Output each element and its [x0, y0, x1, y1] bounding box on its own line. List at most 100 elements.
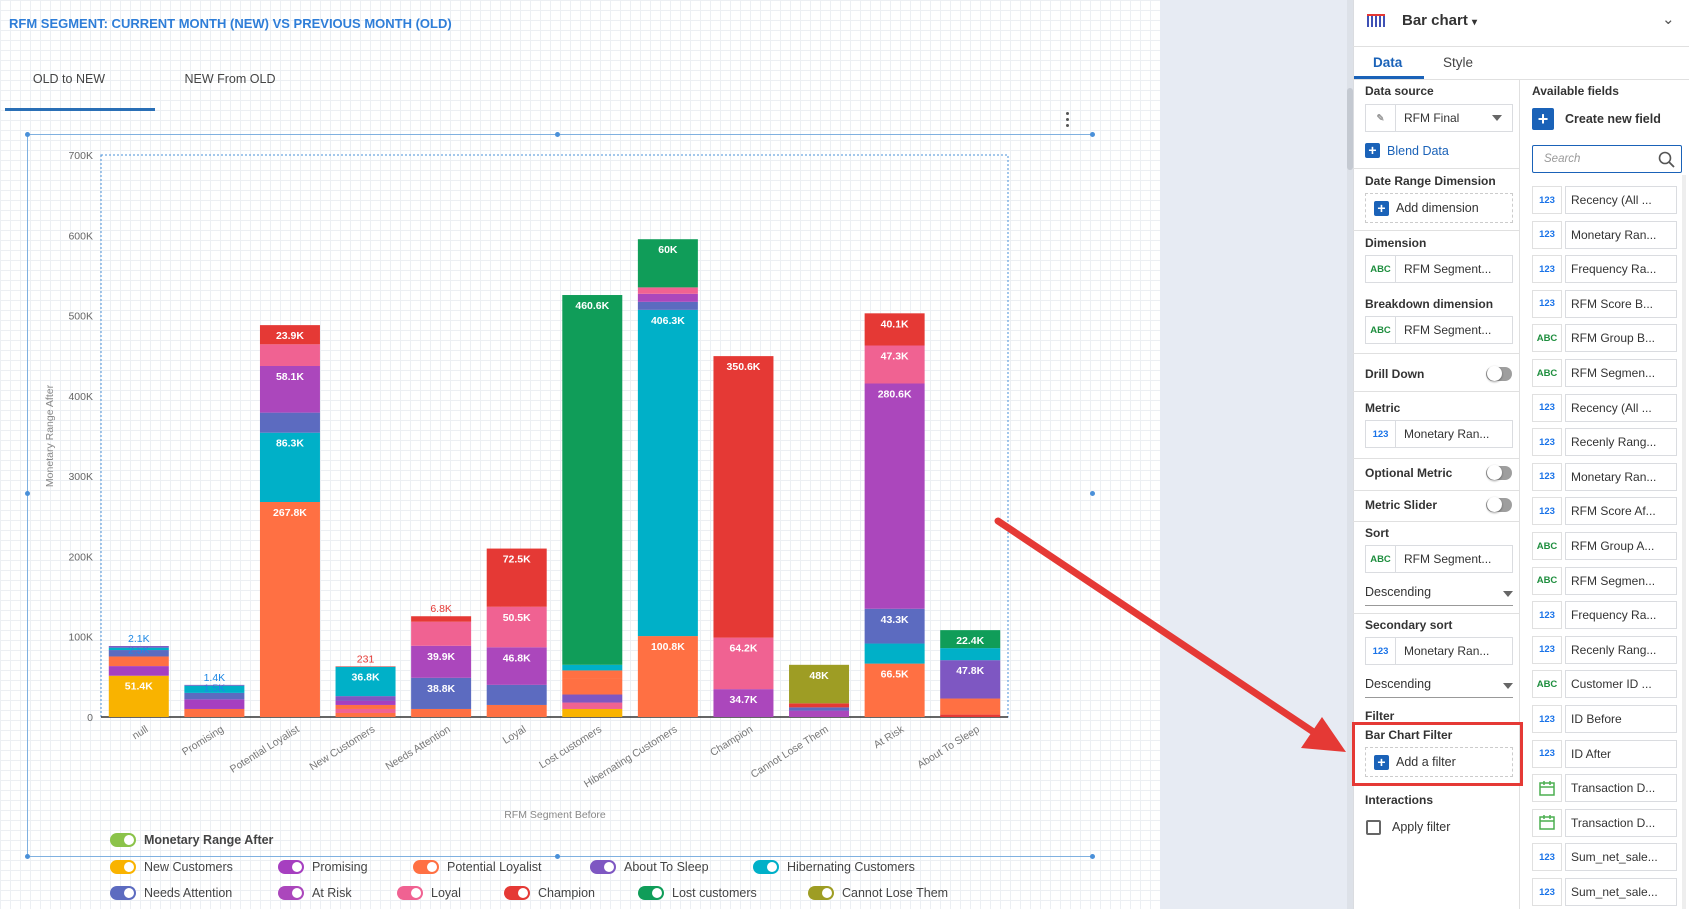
breakdown-dimension-field[interactable]: ABC RFM Segment... [1365, 316, 1513, 344]
available-field-item[interactable]: 123 Monetary Ran... [1532, 220, 1677, 249]
legend-item[interactable]: Needs Attention [110, 886, 232, 900]
edit-pencil-icon[interactable]: ✎ [1366, 105, 1396, 131]
legend-item[interactable]: At Risk [278, 886, 352, 900]
bar-segment [259, 412, 320, 433]
y-tick-label: 600K [68, 230, 93, 242]
optional-metric-toggle[interactable] [1486, 465, 1512, 480]
legend-title[interactable]: Monetary Range After [110, 833, 273, 847]
sort-order-select[interactable]: Descending [1365, 585, 1431, 599]
data-source-dropdown-icon[interactable] [1492, 115, 1502, 121]
available-field-item[interactable]: 123 Recency (All ... [1532, 186, 1677, 214]
legend-item[interactable]: Hibernating Customers [753, 860, 915, 874]
available-field-item[interactable]: Transaction D... [1532, 808, 1677, 837]
x-tick-label: Needs Attention [383, 723, 452, 773]
tab-data[interactable]: Data [1373, 55, 1402, 70]
secondary-sort-dropdown-icon[interactable] [1503, 683, 1513, 689]
number-field-type-icon: 123 [1532, 878, 1562, 906]
data-source-select[interactable]: ✎ RFM Final [1365, 104, 1513, 132]
text-field-type-icon: ABC [1532, 566, 1562, 595]
legend-toggle-icon[interactable] [753, 860, 779, 874]
legend-toggle-icon[interactable] [413, 860, 439, 874]
legend-item[interactable]: Potential Loyalist [413, 860, 542, 874]
dimension-field[interactable]: ABC RFM Segment... [1365, 255, 1513, 283]
legend-toggle-icon[interactable] [504, 886, 530, 900]
create-new-field-button[interactable]: + Create new field [1532, 108, 1661, 130]
legend-item[interactable]: Promising [278, 860, 368, 874]
blend-data-button[interactable]: + Blend Data [1365, 143, 1449, 158]
available-field-item[interactable]: ABC RFM Segmen... [1532, 566, 1677, 595]
stacked-bar-chart: 0 100K 200K 300K 400K 500K 600K 700K Monetary Ra… [44, 150, 1009, 821]
legend-toggle-icon[interactable] [590, 860, 616, 874]
metric-slider-toggle[interactable] [1486, 497, 1512, 512]
y-tick-label: 200K [68, 551, 93, 563]
sort-field[interactable]: ABC RFM Segment... [1365, 545, 1513, 573]
calendar-icon [1532, 808, 1562, 837]
legend-item[interactable]: Loyal [397, 886, 461, 900]
legend-toggle-icon[interactable] [808, 886, 834, 900]
bar-data-label: 350.6K [727, 361, 761, 373]
bar-segment [940, 714, 1001, 717]
available-field-item[interactable]: 123 Recenly Rang... [1532, 428, 1677, 457]
apply-filter-checkbox[interactable] [1366, 820, 1381, 835]
legend-toggle-icon[interactable] [110, 833, 136, 847]
fields-scrollbar[interactable] [1682, 175, 1686, 909]
legend-toggle-icon[interactable] [110, 860, 136, 874]
text-field-type-icon: ABC [1532, 359, 1562, 387]
legend-toggle-icon[interactable] [278, 860, 304, 874]
legend-item[interactable]: Champion [504, 886, 595, 900]
bar-segment [335, 712, 396, 717]
panel-tab-divider [1353, 79, 1689, 80]
legend-toggle-icon[interactable] [110, 886, 136, 900]
available-field-item[interactable]: 123 Monetary Ran... [1532, 462, 1677, 491]
metric-field[interactable]: 123 Monetary Ran... [1365, 420, 1513, 448]
sort-label: Sort [1365, 526, 1389, 540]
bar-segment [637, 293, 698, 302]
available-field-item[interactable]: ABC RFM Group A... [1532, 532, 1677, 560]
bar-segment [864, 643, 925, 664]
sort-order-dropdown-icon[interactable] [1503, 591, 1513, 597]
plus-icon: + [1374, 200, 1389, 216]
bar-segment [864, 383, 925, 609]
chart-type-selector[interactable]: Bar chart ▾ [1402, 12, 1477, 29]
add-dimension-button[interactable]: + Add dimension [1365, 193, 1513, 223]
available-field-item[interactable]: 123 Frequency Ra... [1532, 601, 1677, 630]
available-field-item[interactable]: 123 Recency (All ... [1532, 393, 1677, 422]
legend-toggle-icon[interactable] [278, 886, 304, 900]
legend-item[interactable]: Cannot Lose Them [808, 886, 948, 900]
legend-item[interactable]: About To Sleep [590, 860, 709, 874]
x-tick-label: Cannot Lose Them [749, 723, 831, 781]
available-field-item[interactable]: ABC RFM Group B... [1532, 324, 1677, 353]
available-field-item[interactable]: 123 RFM Score Af... [1532, 497, 1677, 526]
available-field-item[interactable]: Transaction D... [1532, 774, 1677, 803]
legend-toggle-icon[interactable] [638, 886, 664, 900]
bar-segment [411, 708, 472, 717]
available-field-item[interactable]: 123 Sum_net_sale... [1532, 878, 1677, 906]
available-field-item[interactable]: 123 Frequency Ra... [1532, 255, 1677, 284]
available-field-item[interactable]: 123 ID After [1532, 739, 1677, 768]
legend-item[interactable]: New Customers [110, 860, 233, 874]
secondary-sort-order-select[interactable]: Descending [1365, 677, 1431, 691]
collapse-panel-chevron-icon[interactable]: ⌄ [1662, 10, 1675, 28]
x-tick-label: New Customers [307, 723, 377, 773]
available-field-item[interactable]: ABC Customer ID ... [1532, 670, 1677, 699]
available-field-item[interactable]: 123 ID Before [1532, 705, 1677, 733]
secondary-sort-field[interactable]: 123 Monetary Ran... [1365, 637, 1513, 665]
legend-toggle-icon[interactable] [397, 886, 423, 900]
bar-segment [789, 710, 850, 717]
legend-item[interactable]: Lost customers [638, 886, 757, 900]
tab-style[interactable]: Style [1443, 55, 1473, 70]
search-icon[interactable] [1658, 151, 1675, 168]
available-field-item[interactable]: 123 Sum_net_sale... [1532, 843, 1677, 872]
available-field-item[interactable]: ABC RFM Segmen... [1532, 359, 1677, 387]
available-field-item[interactable]: 123 Recenly Rang... [1532, 635, 1677, 664]
text-field-type-icon: ABC [1532, 670, 1562, 699]
search-fields-input[interactable]: Search [1532, 145, 1682, 173]
legend-label: Cannot Lose Them [842, 886, 949, 900]
drill-down-toggle[interactable] [1486, 366, 1512, 381]
bar-segment [259, 344, 320, 366]
number-field-type-icon: 123 [1532, 393, 1562, 422]
bar-data-label: 34.7K [729, 694, 757, 706]
available-field-item[interactable]: 123 RFM Score B... [1532, 289, 1677, 318]
legend-label: Promising [312, 860, 368, 874]
legend-label: About To Sleep [624, 860, 709, 874]
